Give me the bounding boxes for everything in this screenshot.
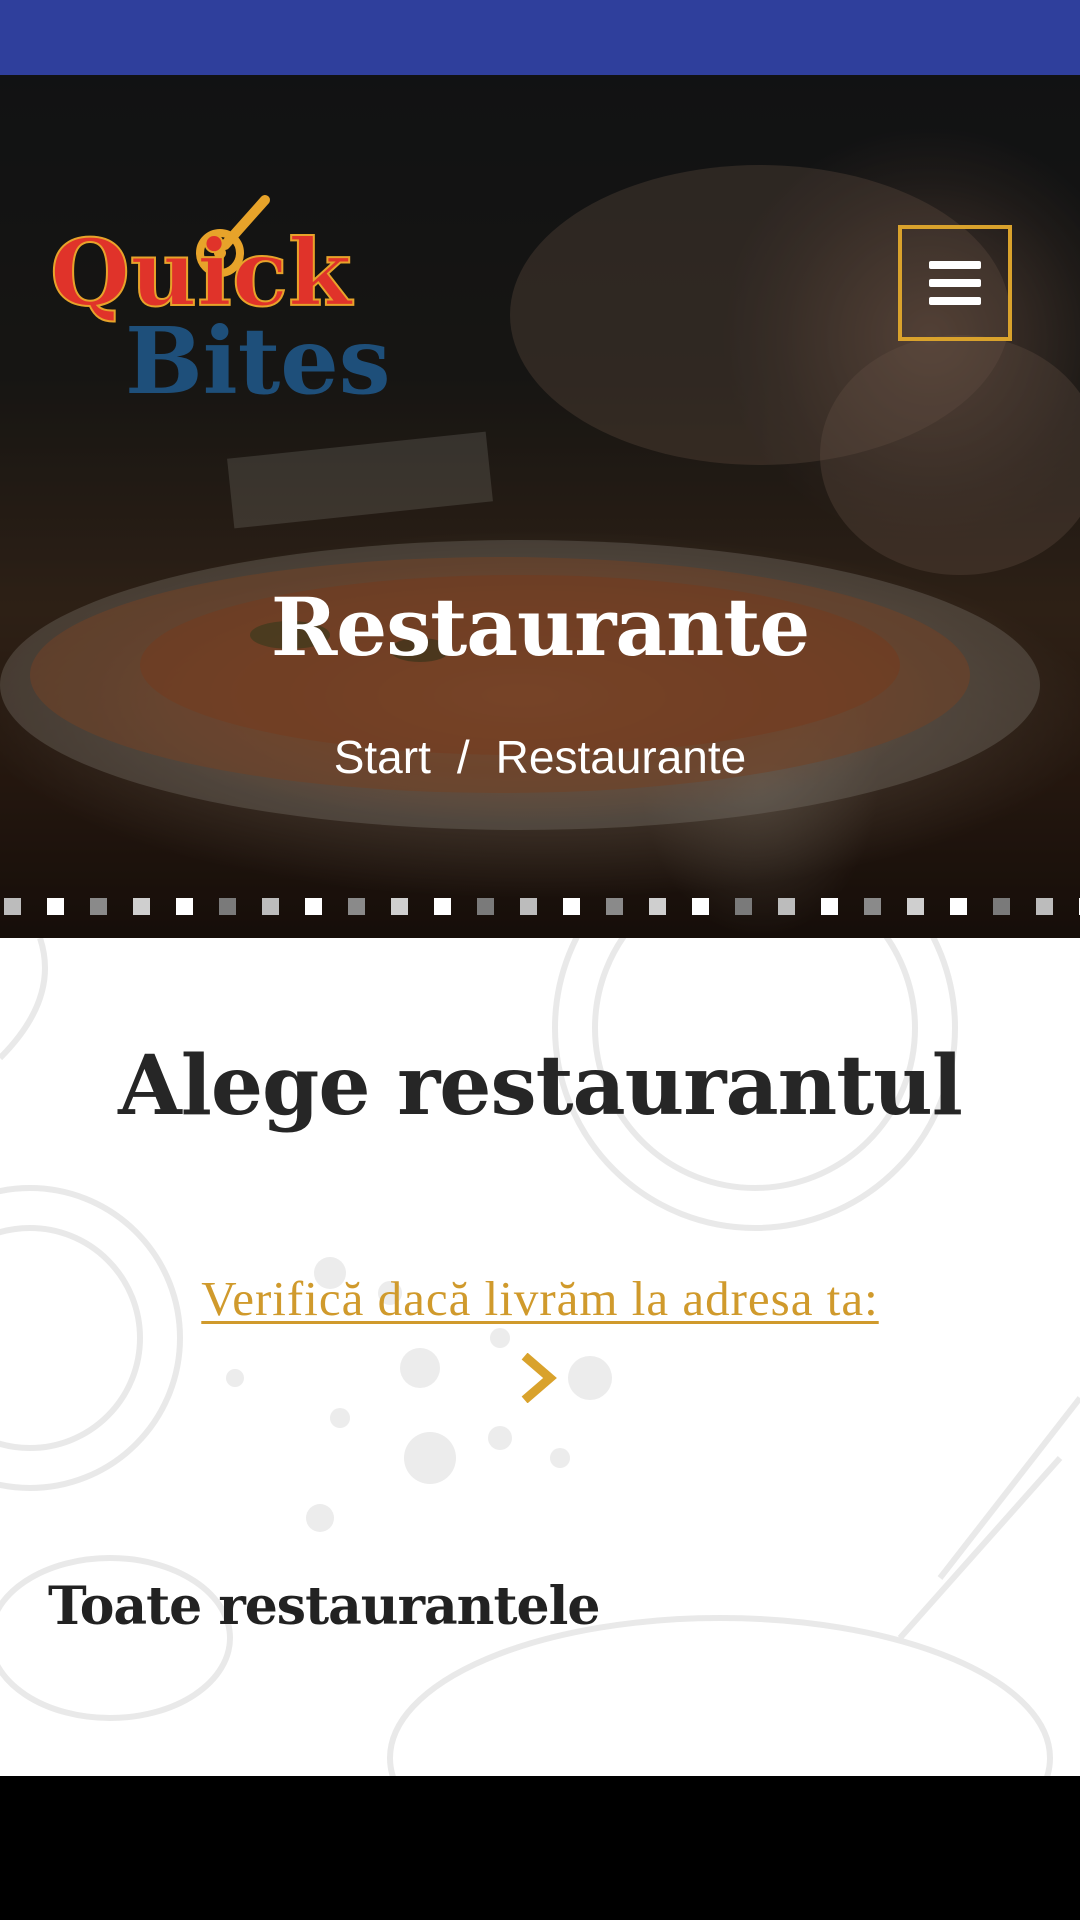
decorative-dot — [219, 898, 236, 915]
decorative-dot — [563, 898, 580, 915]
menu-button[interactable] — [898, 225, 1012, 341]
decorative-dot — [47, 898, 64, 915]
hero-banner: Quick Bites Restaurante Start / Restaurant… — [0, 75, 1080, 938]
decorative-dot — [1036, 898, 1053, 915]
decorative-dot — [692, 898, 709, 915]
quick-bites-logo[interactable]: Quick Bites — [50, 175, 400, 405]
status-bar — [0, 0, 1080, 75]
decorative-dot — [305, 898, 322, 915]
decorative-dot — [434, 898, 451, 915]
page-title: Restaurante — [270, 580, 810, 674]
decorative-dot — [4, 898, 21, 915]
check-delivery-address-link[interactable]: Verifică dacă livrăm la adresa ta: — [0, 1270, 1080, 1327]
hamburger-icon — [929, 261, 981, 305]
all-restaurants-heading: Toate restaurantele — [48, 1576, 600, 1637]
decorative-dot — [520, 898, 537, 915]
chevron-right-icon[interactable] — [520, 1353, 560, 1403]
breadcrumb-current: Restaurante — [495, 731, 747, 783]
decorative-dot — [778, 898, 795, 915]
decorative-dot — [133, 898, 150, 915]
decorative-dot — [391, 898, 408, 915]
decorative-dot — [950, 898, 967, 915]
main-content: Alege restaurantul Verifică dacă livrăm … — [0, 938, 1080, 1776]
decorative-dot — [348, 898, 365, 915]
breadcrumb: Start / Restaurante — [0, 730, 1080, 784]
decorative-dot — [262, 898, 279, 915]
decorative-dot — [735, 898, 752, 915]
decorative-dot — [864, 898, 881, 915]
system-navigation-bar — [0, 1776, 1080, 1920]
decorative-dot-border — [4, 898, 1080, 915]
decorative-dot — [176, 898, 193, 915]
logo-text-bites: Bites — [125, 307, 391, 405]
decorative-dot — [606, 898, 623, 915]
breadcrumb-separator: / — [456, 731, 470, 783]
decorative-dot — [907, 898, 924, 915]
decorative-dot — [477, 898, 494, 915]
decorative-dot — [90, 898, 107, 915]
decorative-dot — [821, 898, 838, 915]
decorative-dot — [649, 898, 666, 915]
breadcrumb-home-link[interactable]: Start — [334, 731, 431, 783]
decorative-dot — [993, 898, 1010, 915]
section-title: Alege restaurantul — [118, 1038, 963, 1134]
